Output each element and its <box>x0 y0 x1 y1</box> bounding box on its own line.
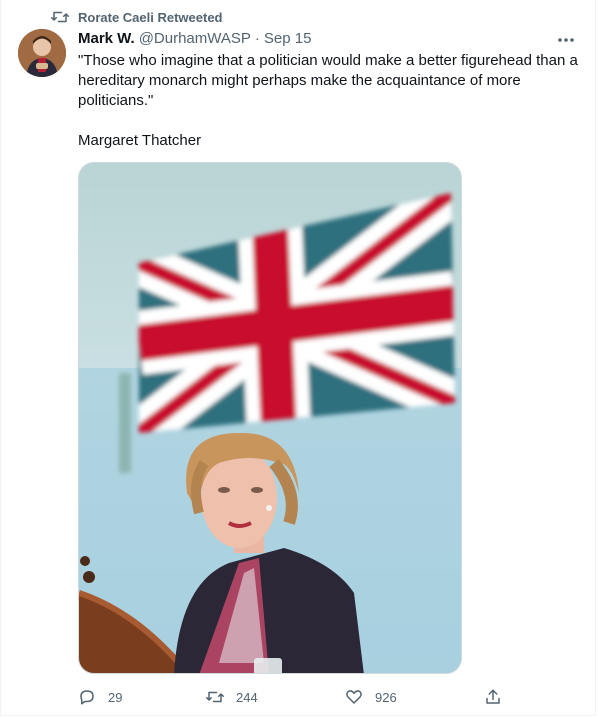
retweet-count: 244 <box>236 689 258 705</box>
retweet-button[interactable]: 244 <box>206 688 258 706</box>
retweet-icon <box>51 11 69 23</box>
tweet-attribution: Margaret Thatcher <box>78 132 202 149</box>
separator-dot: · <box>254 30 260 47</box>
author-name[interactable]: Mark W. <box>78 30 135 47</box>
tweet-timestamp[interactable]: Sep 15 <box>264 30 312 47</box>
tweet-photo[interactable] <box>78 162 462 674</box>
tweet-card[interactable]: Rorate Caeli Retweeted Mark W. @DurhamWA… <box>0 0 596 716</box>
share-icon <box>486 689 500 704</box>
retweet-label: Rorate Caeli Retweeted <box>78 9 223 25</box>
reply-count: 29 <box>108 689 123 705</box>
tweet-header: Mark W. @DurhamWASP · Sep 15 <box>78 30 585 47</box>
tweet-text: "Those who imagine that a politician wou… <box>78 52 582 109</box>
more-options-button[interactable] <box>554 30 578 50</box>
author-handle[interactable]: @DurhamWASP <box>139 30 251 47</box>
retweet-context[interactable]: Rorate Caeli Retweeted <box>51 9 223 25</box>
share-button[interactable] <box>484 688 502 706</box>
tweet-actions: 29 244 926 <box>78 688 508 708</box>
reply-icon <box>80 690 94 705</box>
avatar-image <box>18 29 66 77</box>
retweet-icon <box>206 691 224 703</box>
like-button[interactable]: 926 <box>345 688 397 706</box>
more-horizontal-icon <box>558 38 574 42</box>
photo-image <box>79 163 461 673</box>
user-avatar[interactable] <box>18 29 66 77</box>
heart-icon <box>346 690 362 704</box>
reply-button[interactable]: 29 <box>78 688 122 706</box>
like-count: 926 <box>375 689 397 705</box>
